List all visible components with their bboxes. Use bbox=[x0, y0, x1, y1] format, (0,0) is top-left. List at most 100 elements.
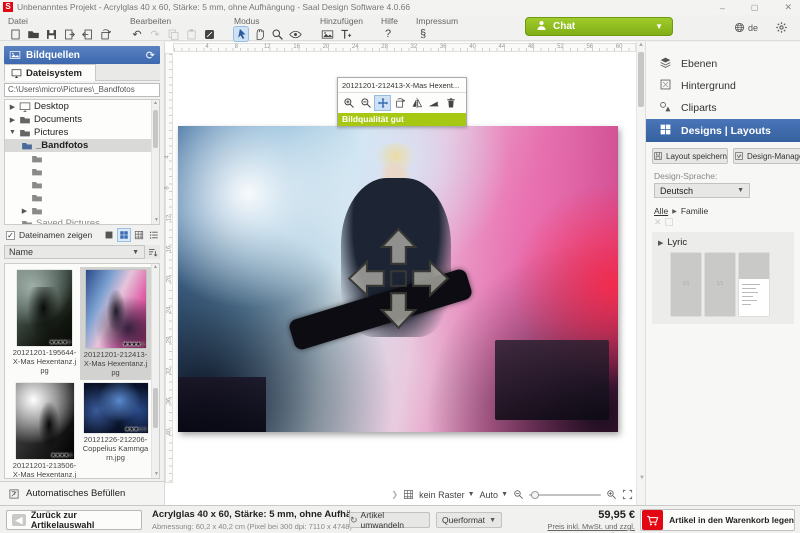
collapse-arrow-icon[interactable]: ▼ bbox=[9, 129, 16, 136]
file-thumbnail[interactable]: ★★★★☆ 20121201-195644-X-Mas Hexentanz.jp… bbox=[9, 267, 80, 380]
tab-ebenen[interactable]: Ebenen bbox=[646, 53, 800, 75]
view-grid-small-icon[interactable] bbox=[133, 229, 145, 241]
refresh-icon[interactable]: ⟳ bbox=[146, 49, 155, 62]
file-thumbnail[interactable]: ★★★★☆ 20121201-213506-X-Mas Hexentanz.jp… bbox=[9, 380, 80, 479]
menu-group-hinzufuegen: Hinzufügen bbox=[320, 16, 363, 41]
zoom-dropdown[interactable]: Auto ▼ bbox=[480, 490, 508, 500]
view-single-icon[interactable] bbox=[103, 229, 115, 241]
paste-icon[interactable] bbox=[184, 27, 198, 41]
zoom-slider[interactable] bbox=[529, 494, 601, 496]
tab-designs-layouts[interactable]: Designs | Layouts bbox=[646, 119, 800, 142]
expand-arrow-icon[interactable]: ▶ bbox=[9, 103, 16, 111]
rotate-icon[interactable] bbox=[392, 96, 407, 110]
product-photo[interactable] bbox=[178, 126, 618, 432]
tree-subfolder[interactable] bbox=[5, 191, 159, 204]
tree-subfolder[interactable]: ▶ bbox=[5, 204, 159, 217]
layout-thumbnail[interactable] bbox=[739, 253, 769, 316]
add-text-icon[interactable] bbox=[338, 27, 352, 41]
fill-icon[interactable] bbox=[202, 27, 216, 41]
collapse-controls-icon[interactable]: ❯ bbox=[391, 490, 398, 499]
zoom-icon[interactable] bbox=[270, 27, 284, 41]
layout-thumbnail[interactable]: 1/1 bbox=[705, 253, 735, 316]
autofill-button[interactable]: Automatisches Befüllen bbox=[0, 481, 164, 505]
tree-scrollbar[interactable]: ▲▼ bbox=[151, 100, 159, 224]
layout-category-header[interactable]: ▶ Lyric bbox=[658, 237, 788, 248]
menu-label-hilfe: Hilfe bbox=[381, 16, 398, 26]
show-filenames-checkbox[interactable]: ✓ bbox=[6, 231, 15, 240]
clear-layout-row[interactable]: ✕ bbox=[654, 217, 800, 228]
cursor-icon[interactable] bbox=[234, 27, 248, 41]
tab-dateisystem[interactable]: Dateisystem bbox=[4, 64, 96, 81]
expand-arrow-icon[interactable]: ▶ bbox=[9, 116, 16, 124]
page-import-icon[interactable] bbox=[80, 27, 94, 41]
settings-gear-icon[interactable] bbox=[775, 21, 788, 37]
zoom-in-icon[interactable] bbox=[606, 489, 617, 500]
preview-eye-icon[interactable] bbox=[288, 27, 302, 41]
tree-item-documents[interactable]: ▶ Documents bbox=[5, 113, 159, 126]
breadcrumb-all-link[interactable]: Alle bbox=[654, 206, 668, 216]
view-list-icon[interactable] bbox=[148, 229, 160, 241]
orientation-dropdown[interactable]: Querformat ▼ bbox=[436, 512, 502, 528]
tab-cliparts[interactable]: Cliparts bbox=[646, 97, 800, 119]
tree-subfolder[interactable] bbox=[5, 152, 159, 165]
zoom-slider-knob[interactable] bbox=[531, 491, 539, 499]
tree-item-saved-pictures[interactable]: Saved Pictures bbox=[5, 217, 159, 225]
project-export-icon[interactable] bbox=[98, 27, 112, 41]
main-area: Bildquellen ⟳ Dateisystem C:\Users\micro… bbox=[0, 42, 800, 505]
thumbnails-scrollbar[interactable]: ▲▼ bbox=[151, 264, 159, 478]
image-quality-badge: Bildqualität gut bbox=[338, 113, 466, 126]
close-button[interactable]: ✕ bbox=[784, 2, 792, 13]
tree-item-bandfotos[interactable]: _Bandfotos bbox=[5, 139, 159, 152]
back-to-article-selection-button[interactable]: ◀ Zurück zur Artikelauswahl bbox=[6, 510, 142, 530]
help-icon[interactable]: ? bbox=[381, 27, 395, 41]
delete-icon[interactable] bbox=[443, 96, 458, 110]
view-grid-medium-icon[interactable] bbox=[118, 229, 130, 241]
fit-to-screen-icon[interactable] bbox=[622, 489, 633, 500]
grid-dropdown[interactable]: kein Raster ▼ bbox=[419, 490, 474, 500]
layout-thumbnail[interactable]: 1/1 bbox=[671, 253, 701, 316]
language-switcher[interactable]: de bbox=[734, 22, 758, 33]
imprint-icon[interactable]: § bbox=[416, 27, 430, 41]
tree-item-pictures[interactable]: ▼ Pictures bbox=[5, 126, 159, 139]
minimize-button[interactable]: – bbox=[720, 3, 725, 13]
save-layout-button[interactable]: Layout speichern bbox=[652, 148, 728, 164]
chat-button[interactable]: Chat ▼ bbox=[525, 17, 673, 36]
price-note-link[interactable]: Preis inkl. MwSt. und zzgl. Versandkoste… bbox=[505, 522, 635, 533]
autofill-icon bbox=[8, 488, 20, 500]
page-export-icon[interactable] bbox=[62, 27, 76, 41]
sort-dropdown[interactable]: Name ▼ bbox=[4, 245, 160, 259]
redo-icon[interactable]: ↷ bbox=[148, 27, 162, 41]
hand-icon[interactable] bbox=[252, 27, 266, 41]
bottom-bar: ◀ Zurück zur Artikelauswahl Acrylglas 40… bbox=[0, 505, 800, 533]
zoom-in-icon[interactable] bbox=[341, 96, 356, 110]
add-to-cart-button[interactable]: Artikel in den Warenkorb legen bbox=[640, 509, 795, 531]
open-folder-icon[interactable] bbox=[26, 27, 40, 41]
design-manager-button[interactable]: Design-Manager bbox=[733, 148, 800, 164]
path-input[interactable]: C:\Users\micro\Pictures\_Bandfotos bbox=[4, 83, 160, 97]
file-thumbnail-selected[interactable]: ✓ ★★★★☆ 20121201-212413-X-Mas Hexentanz.… bbox=[80, 267, 151, 380]
clear-icon: ✕ bbox=[654, 217, 662, 228]
design-language-dropdown[interactable]: Deutsch ▼ bbox=[654, 183, 750, 198]
maximize-button[interactable]: ▢ bbox=[751, 3, 759, 12]
file-thumbnail[interactable]: ★★★☆☆ 20121226-212206-Coppelius Kammgarn… bbox=[80, 380, 151, 465]
copy-icon[interactable] bbox=[166, 27, 180, 41]
new-document-icon[interactable] bbox=[8, 27, 22, 41]
move-crosshair-icon[interactable] bbox=[346, 226, 451, 331]
open-folder-icon bbox=[21, 140, 33, 152]
convert-article-button[interactable]: ↻ Artikel umwandeln bbox=[349, 512, 430, 528]
flip-icon[interactable] bbox=[409, 96, 424, 110]
tree-item-desktop[interactable]: ▶ Desktop bbox=[5, 100, 159, 113]
canvas-scrollbar[interactable]: ▲▼ bbox=[636, 42, 645, 505]
shear-icon[interactable] bbox=[426, 96, 441, 110]
save-icon[interactable] bbox=[44, 27, 58, 41]
add-image-icon[interactable] bbox=[320, 27, 334, 41]
expand-arrow-icon[interactable]: ▶ bbox=[21, 207, 28, 215]
zoom-out-icon[interactable] bbox=[358, 96, 373, 110]
sort-direction-icon[interactable] bbox=[144, 245, 160, 259]
tab-hintergrund[interactable]: Hintergrund bbox=[646, 75, 800, 97]
move-tool-icon[interactable] bbox=[375, 96, 390, 110]
tree-subfolder[interactable] bbox=[5, 165, 159, 178]
tree-subfolder[interactable] bbox=[5, 178, 159, 191]
undo-icon[interactable]: ↶ bbox=[130, 27, 144, 41]
zoom-out-icon[interactable] bbox=[513, 489, 524, 500]
